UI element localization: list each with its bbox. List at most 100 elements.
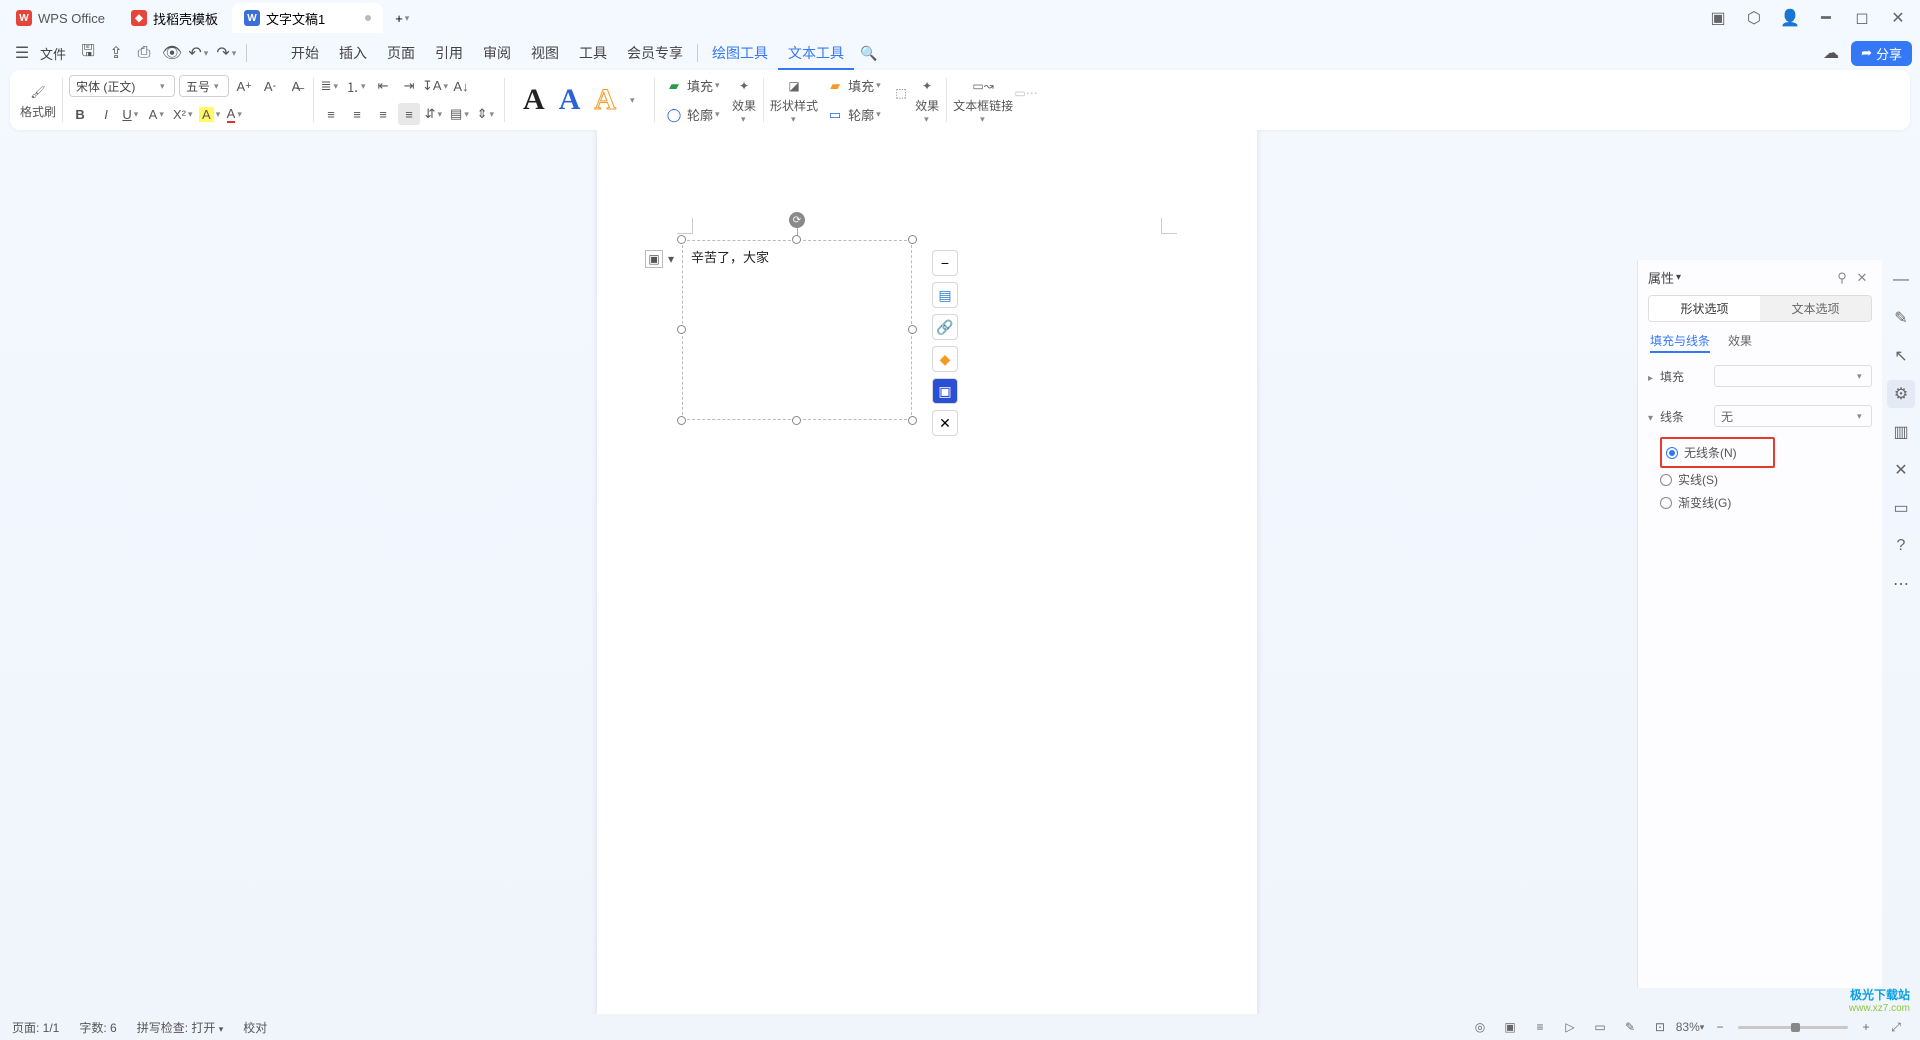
text-outline-button[interactable]: ◯轮廓▾ <box>661 103 727 126</box>
zoom-value[interactable]: 83% ▾ <box>1678 1017 1702 1037</box>
cloud-icon[interactable]: ☁ <box>1817 39 1845 67</box>
tab-tools[interactable]: 工具 <box>569 36 617 70</box>
bullets-button[interactable]: ≣▾ <box>320 75 342 97</box>
resize-handle[interactable] <box>792 416 801 425</box>
textbox-content[interactable]: 辛苦了，大家 <box>682 240 912 420</box>
collapse-panel-button[interactable]: — <box>1887 266 1915 294</box>
align-right-button[interactable]: ≡ <box>372 103 394 125</box>
focus-mode-button[interactable]: ◎ <box>1468 1017 1492 1037</box>
crop-button[interactable]: ▣ <box>932 378 958 404</box>
fill-select[interactable]: ▾ <box>1714 365 1872 387</box>
resize-handle[interactable] <box>677 416 686 425</box>
distribute-button[interactable]: ⇵▾ <box>424 103 446 125</box>
textbox-link-button[interactable]: ▭↝ 文本框链接▾ <box>953 75 1013 125</box>
highlight-button[interactable]: A▾ <box>199 103 221 125</box>
share-button[interactable]: ➦ 分享 <box>1851 41 1912 66</box>
search-icon[interactable]: 🔍 <box>854 36 883 70</box>
rotate-handle[interactable]: ⟳ <box>789 212 805 228</box>
more-icon[interactable]: ⋯ <box>1887 570 1915 598</box>
new-tab-button[interactable]: +▾ <box>385 3 423 33</box>
view-web-button[interactable]: ▭ <box>1588 1017 1612 1037</box>
zoom-out-button[interactable]: − <box>1708 1017 1732 1037</box>
subtab-fill-line[interactable]: 填充与线条 <box>1650 332 1710 353</box>
resize-handle[interactable] <box>908 235 917 244</box>
template-tab[interactable]: ◆ 找稻壳模板 <box>119 3 230 33</box>
line-section-label[interactable]: 线条 <box>1648 408 1684 425</box>
pin-icon[interactable]: ⚲ <box>1832 270 1852 286</box>
hamburger-icon[interactable]: ☰ <box>8 39 36 67</box>
link-button[interactable]: 🔗 <box>932 314 958 340</box>
close-icon[interactable]: ✕ <box>1852 270 1872 286</box>
shape-effect-button[interactable]: ✦ 效果▾ <box>914 75 940 125</box>
panel-icon[interactable]: ▣ <box>1700 2 1736 34</box>
resize-handle[interactable] <box>677 325 686 334</box>
text-effect-button[interactable]: ✦ 效果▾ <box>731 75 757 125</box>
align-left-button[interactable]: ≡ <box>320 103 342 125</box>
resize-handle[interactable] <box>792 235 801 244</box>
3d-button[interactable]: ⬚ <box>888 82 914 118</box>
text-fill-button[interactable]: ▰填充▾ <box>661 74 727 97</box>
superscript-button[interactable]: X²▾ <box>173 103 195 125</box>
font-color-button[interactable]: A▾ <box>225 103 247 125</box>
tab-insert[interactable]: 插入 <box>329 36 377 70</box>
tab-text-tools[interactable]: 文本工具 <box>778 36 854 70</box>
file-menu[interactable]: 文件 <box>36 44 70 63</box>
chevron-down-icon[interactable]: ▾ <box>665 250 677 268</box>
save-icon[interactable]: 🖫 <box>74 39 102 67</box>
view-tool-button[interactable]: ✎ <box>1618 1017 1642 1037</box>
select-icon[interactable]: ↖ <box>1887 342 1915 370</box>
resize-handle[interactable] <box>677 235 686 244</box>
sort-button[interactable]: A↓ <box>450 75 472 97</box>
undo-button[interactable]: ↶▾ <box>186 39 214 67</box>
print-icon[interactable]: ⎙ <box>130 39 158 67</box>
underline-button[interactable]: U▾ <box>121 103 143 125</box>
layers-icon[interactable]: ▥ <box>1887 418 1915 446</box>
shrink-font-button[interactable]: A- <box>259 75 281 97</box>
help-icon[interactable]: ? <box>1887 532 1915 560</box>
preview-icon[interactable]: 👁 <box>158 39 186 67</box>
format-painter-button[interactable]: 🖌 格式刷 <box>20 81 56 120</box>
status-words[interactable]: 字数: 6 <box>79 1019 116 1036</box>
tab-reference[interactable]: 引用 <box>425 36 473 70</box>
clear-format-button[interactable]: A̶ <box>285 75 307 97</box>
radio-no-line[interactable]: 无线条(N) <box>1666 441 1769 464</box>
shape-style-button[interactable]: ◪ 形状样式▾ <box>770 75 818 125</box>
zoom-in-button[interactable]: + <box>1854 1017 1878 1037</box>
shape-fill-button[interactable]: ▰填充▾ <box>822 74 888 97</box>
collapse-button[interactable]: − <box>932 250 958 276</box>
zoom-slider[interactable] <box>1738 1026 1848 1029</box>
tools-icon[interactable]: ✕ <box>1887 456 1915 484</box>
text-direction-button[interactable]: ↧A▾ <box>424 75 446 97</box>
wordart-preset-2[interactable]: A <box>553 83 587 117</box>
font-name-select[interactable]: 宋体 (正文)▾ <box>69 75 175 97</box>
fill-button[interactable]: ◆ <box>932 346 958 372</box>
fullscreen-button[interactable]: ⤢ <box>1884 1017 1908 1037</box>
tab-start[interactable]: 开始 <box>281 36 329 70</box>
subtab-effect[interactable]: 效果 <box>1728 332 1752 353</box>
tab-text-options[interactable]: 文本选项 <box>1760 296 1871 321</box>
minimize-button[interactable]: ━ <box>1808 2 1844 34</box>
wrap-text-button[interactable]: ▤ <box>932 282 958 308</box>
grow-font-button[interactable]: A+ <box>233 75 255 97</box>
settings-icon[interactable]: ⚙ <box>1887 380 1915 408</box>
status-page[interactable]: 页面: 1/1 <box>12 1019 59 1036</box>
bold-button[interactable]: B <box>69 103 91 125</box>
columns-button[interactable]: ▤▾ <box>450 103 472 125</box>
view-outline-button[interactable]: ≡ <box>1528 1017 1552 1037</box>
user-avatar-icon[interactable]: 👤 <box>1772 2 1808 34</box>
selected-textbox[interactable]: ⟳ 辛苦了，大家 <box>682 240 912 420</box>
maximize-button[interactable]: ◻ <box>1844 2 1880 34</box>
zoom-knob[interactable] <box>1791 1023 1800 1032</box>
fit-button[interactable]: ⊡ <box>1648 1017 1672 1037</box>
tab-review[interactable]: 审阅 <box>473 36 521 70</box>
edit-icon[interactable]: ✎ <box>1887 304 1915 332</box>
view-read-button[interactable]: ▷ <box>1558 1017 1582 1037</box>
status-proof[interactable]: 校对 <box>243 1019 267 1036</box>
view-page-button[interactable]: ▣ <box>1498 1017 1522 1037</box>
numbering-button[interactable]: ⒈▾ <box>346 75 368 97</box>
decrease-indent-button[interactable]: ⇤ <box>372 75 394 97</box>
wordart-preset-3[interactable]: A <box>588 83 622 117</box>
align-center-button[interactable]: ≡ <box>346 103 368 125</box>
tab-shape-options[interactable]: 形状选项 <box>1649 296 1760 321</box>
tools-button[interactable]: ✕ <box>932 410 958 436</box>
